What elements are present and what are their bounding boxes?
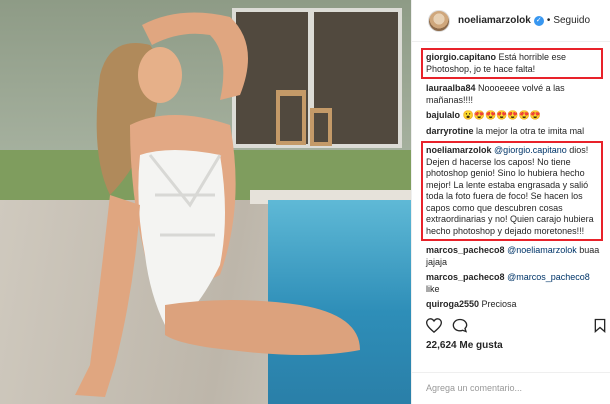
- comment-username[interactable]: quiroga2550: [426, 299, 479, 309]
- separator-dot: •: [546, 15, 551, 26]
- comment-username[interactable]: lauraalba84: [426, 83, 476, 93]
- comment-text: dios! Dejen d hacerse los capos! No tien…: [426, 145, 594, 236]
- comment-item: lauraalba84 Noooeeee volvé a las mañanas…: [426, 83, 601, 106]
- comment-item: marcos_pacheco8 @noeliamarzolok buaa jaj…: [426, 245, 601, 268]
- avatar[interactable]: [428, 9, 450, 32]
- comment-item: noeliamarzolok @giorgio.capitano dios! D…: [421, 141, 603, 241]
- comment-mention[interactable]: @giorgio.capitano: [494, 145, 567, 155]
- photo-person: [75, 12, 360, 397]
- like-count[interactable]: 22,624 Me gusta: [426, 340, 503, 351]
- comment-item: marcos_pacheco8 @marcos_pacheco8 like: [426, 272, 601, 295]
- comment-mention[interactable]: @noeliamarzolok: [507, 245, 577, 255]
- post-photo[interactable]: [0, 0, 411, 404]
- comment-item: darryrotine la mejor la otra te imita ma…: [426, 126, 601, 138]
- comment-input[interactable]: Agrega un comentario...: [412, 372, 610, 404]
- comment-mention[interactable]: @marcos_pacheco8: [507, 272, 590, 282]
- verified-badge-icon: ✓: [533, 15, 544, 26]
- header-username[interactable]: noeliamarzolok: [458, 15, 531, 26]
- comment-text: like: [426, 283, 440, 294]
- comment-item: giorgio.capitano Está horrible ese Photo…: [421, 48, 603, 79]
- comment-text: 😮😍😍😍😍😍😍: [462, 110, 541, 120]
- comment-username[interactable]: marcos_pacheco8: [426, 245, 505, 255]
- comment-text: la mejor la otra te imita mal: [476, 125, 585, 136]
- comment-list: giorgio.capitano Está horrible ese Photo…: [412, 42, 610, 312]
- comment-item: quiroga2550 Preciosa: [426, 299, 601, 311]
- comment-item: bajulalo 😮😍😍😍😍😍😍: [426, 110, 601, 122]
- bookmark-icon[interactable]: [594, 318, 606, 333]
- comment-username[interactable]: giorgio.capitano: [426, 52, 496, 62]
- comment-username[interactable]: marcos_pacheco8: [426, 272, 505, 282]
- comment-icon[interactable]: [452, 318, 468, 333]
- comment-text: Preciosa: [481, 299, 517, 309]
- heart-icon[interactable]: [426, 318, 442, 333]
- comment-username[interactable]: bajulalo: [426, 110, 460, 120]
- comment-username[interactable]: darryrotine: [426, 126, 474, 136]
- follow-status-button[interactable]: Seguido: [553, 15, 590, 26]
- post-sidebar: noeliamarzolok ✓ • Seguido giorgio.capit…: [411, 0, 610, 404]
- post-header: noeliamarzolok ✓ • Seguido: [412, 0, 610, 42]
- post-actions: [426, 318, 606, 334]
- comment-username[interactable]: noeliamarzolok: [426, 145, 492, 155]
